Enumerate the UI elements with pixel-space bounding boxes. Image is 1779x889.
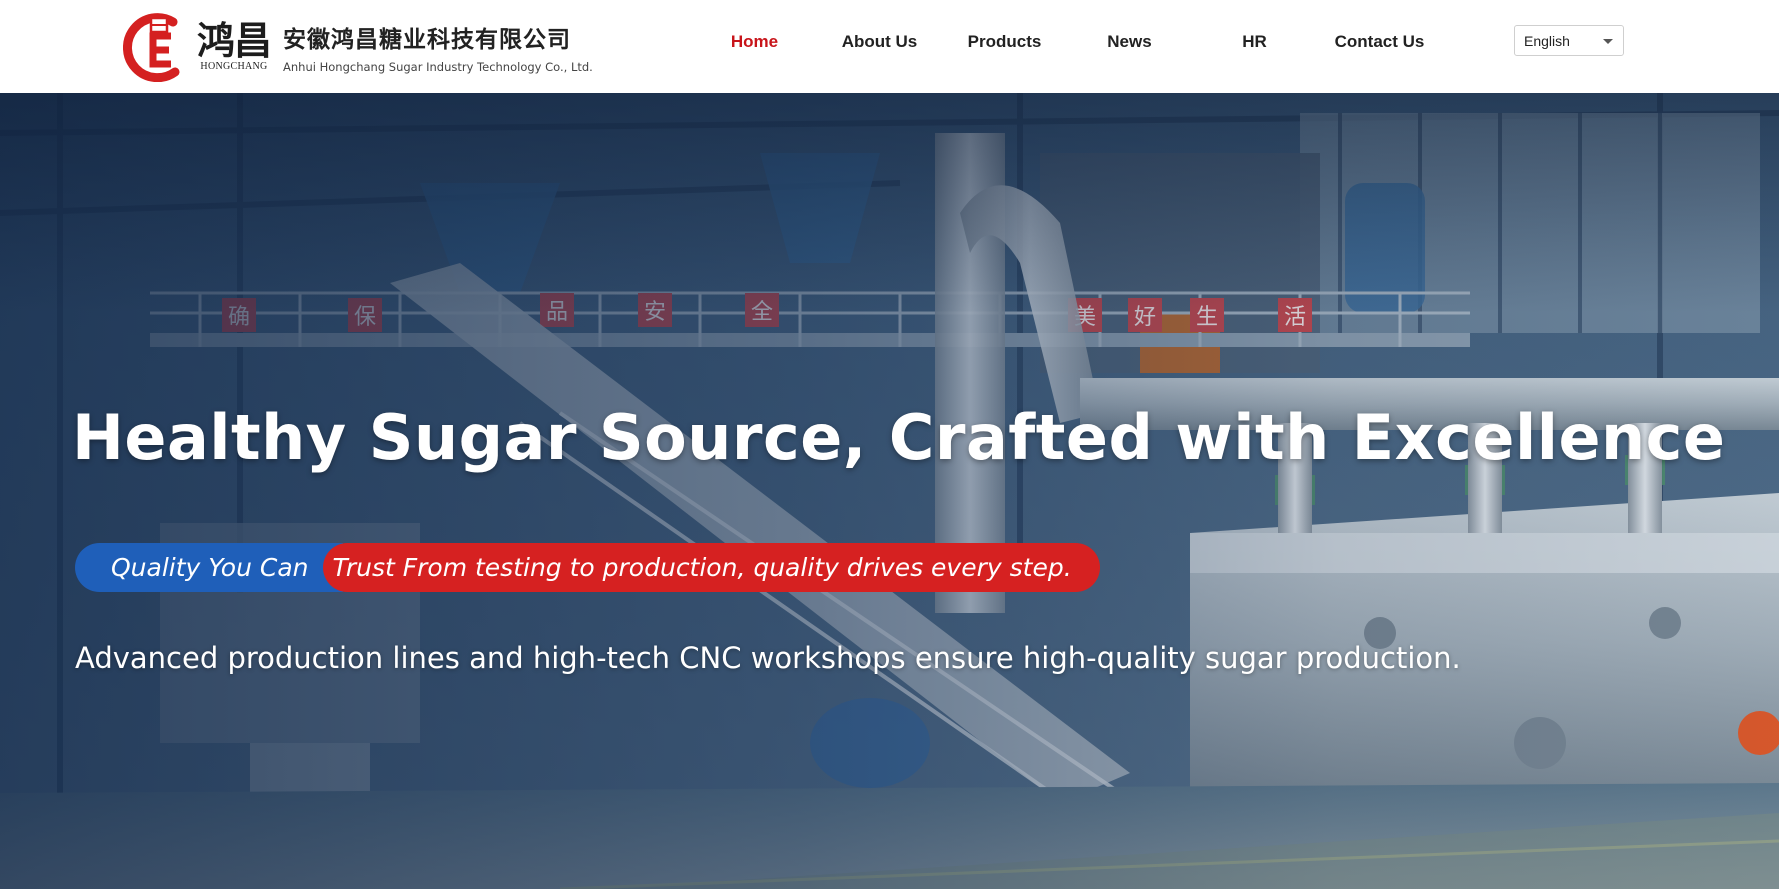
nav-hr[interactable]: HR [1192,32,1317,52]
site-header: 鸿昌 HONGCHANG 安徽鸿昌糖业科技有限公司 Anhui Hongchan… [0,0,1779,93]
tagline-blue: Quality You Can [75,543,343,592]
nav-news[interactable]: News [1067,32,1192,52]
hero-banner: 确 保 品 安 全 美 好 生 活 [0,93,1779,889]
tagline-red: Trust From testing to production, qualit… [322,543,1100,592]
language-selected: English [1524,33,1570,49]
hero-title: Healthy Sugar Source, Crafted with Excel… [72,401,1726,474]
nav-about-us[interactable]: About Us [817,32,942,52]
nav-contact-us[interactable]: Contact Us [1317,32,1442,52]
chevron-down-icon [1603,39,1613,44]
hero-tagline: Quality You Can Trust From testing to pr… [75,543,1100,592]
nav-home[interactable]: Home [692,32,817,52]
nav-products[interactable]: Products [942,32,1067,52]
main-nav: Home About Us Products News HR Contact U… [0,0,1779,93]
hero-overlay-top [0,93,1779,313]
language-select[interactable]: English [1514,25,1624,56]
hero-subtitle: Advanced production lines and high-tech … [75,641,1461,675]
